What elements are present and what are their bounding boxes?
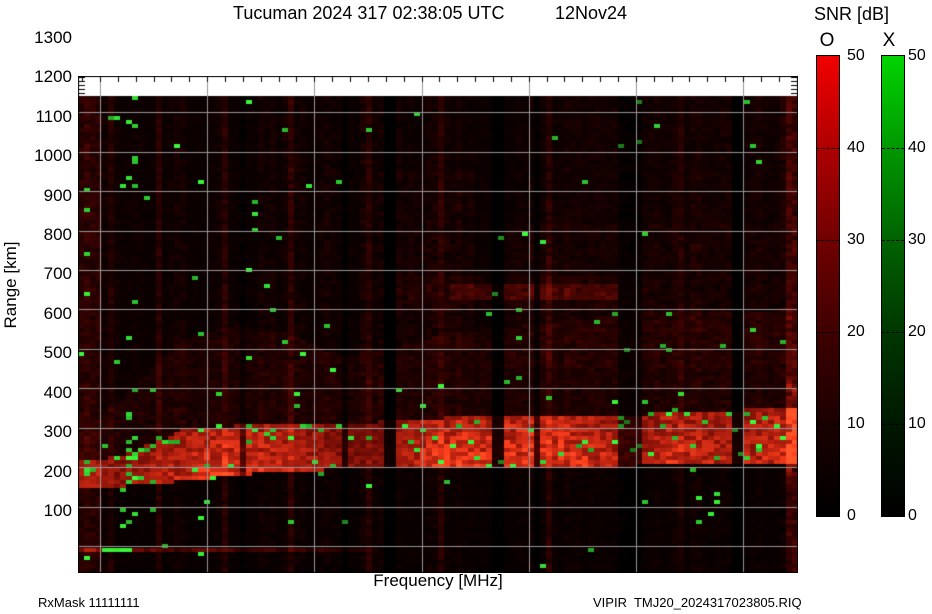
ionogram-heatmap	[78, 76, 798, 573]
colorbar-tick-label: 10	[908, 415, 926, 432]
y-tick-label: 200	[43, 461, 72, 481]
footer-filename: VIPIR TMJ20_2024317023805.RIQ	[593, 595, 802, 610]
colorbar-tick-label: 30	[908, 231, 926, 248]
colorbar-tick-label: 30	[847, 231, 865, 248]
y-tick-label: 700	[43, 264, 72, 284]
colorbar-tick-mark	[817, 240, 839, 241]
y-tick-label: 1300	[34, 27, 72, 47]
colorbar-tick-mark	[882, 332, 904, 333]
colorbar-tick-label: 40	[847, 139, 865, 156]
colorbar-title: SNR [dB]	[814, 4, 890, 24]
colorbar-tick-label: 50	[908, 47, 926, 64]
colorbar-tick-label: 20	[847, 323, 865, 340]
colorbar-x-mode-label: X	[882, 30, 896, 51]
colorbar-tick-mark	[817, 148, 839, 149]
colorbar-tick-mark	[817, 332, 839, 333]
y-tick-label: 1200	[34, 67, 72, 87]
chart-title: Tucuman 2024 317 02:38:05 UTC	[233, 3, 505, 23]
y-tick-label: 600	[43, 303, 72, 323]
y-tick-label: 400	[43, 382, 72, 402]
colorbar-tick-label: 0	[847, 507, 856, 524]
y-tick-label: 900	[43, 185, 72, 205]
y-tick-label: 1000	[34, 146, 72, 166]
colorbar-tick-label: 10	[847, 415, 865, 432]
colorbar-x-gradient	[881, 55, 905, 517]
colorbar-tick-label: 40	[908, 139, 926, 156]
y-tick-label: 800	[43, 225, 72, 245]
colorbar-o-gradient	[816, 55, 840, 517]
colorbar-tick-mark	[882, 424, 904, 425]
colorbar-tick-mark	[817, 424, 839, 425]
colorbar-o-mode-label: O	[819, 30, 835, 51]
colorbar-tick-label: 20	[908, 323, 926, 340]
footer-rxmask: RxMask 11111111	[38, 595, 140, 610]
y-tick-label: 100	[43, 501, 72, 520]
ionogram-app: Tucuman 2024 317 02:38:05 UTC 12Nov24 SN…	[0, 0, 932, 614]
y-tick-label: 1100	[35, 106, 72, 126]
chart-date: 12Nov24	[555, 3, 628, 23]
colorbar-tick-label: 0	[908, 507, 917, 524]
y-tick-label: 300	[43, 422, 72, 442]
y-tick-label: 500	[43, 343, 72, 363]
colorbar-tick-mark	[882, 240, 904, 241]
plot-frame	[78, 40, 798, 609]
colorbar-tick-mark	[882, 148, 904, 149]
colorbar-tick-label: 50	[847, 47, 865, 64]
